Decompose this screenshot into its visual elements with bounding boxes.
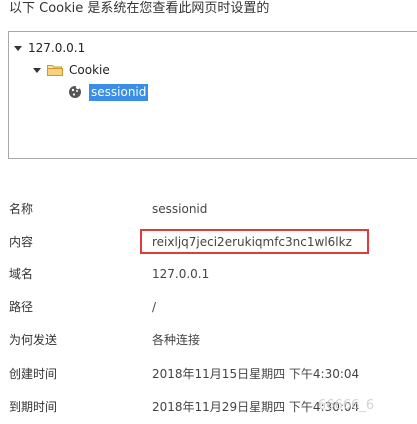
expand-triangle-icon[interactable]	[33, 67, 41, 73]
content-highlight-box	[140, 229, 369, 254]
detail-label-created: 创建时间	[9, 367, 58, 381]
detail-value-path: /	[152, 300, 157, 314]
watermark-text: 66666_6	[318, 398, 375, 413]
detail-label-path: 路径	[9, 300, 34, 314]
cookie-tree[interactable]: 127.0.0.1 Cookie sessionid	[8, 31, 417, 159]
detail-label-expires: 到期时间	[9, 400, 58, 414]
expand-triangle-icon[interactable]	[14, 45, 22, 51]
tree-item-root[interactable]: 127.0.0.1	[14, 39, 85, 57]
tree-root-label: 127.0.0.1	[28, 41, 86, 55]
detail-value-domain: 127.0.0.1	[152, 267, 210, 281]
cookie-icon	[69, 85, 81, 98]
tree-folder-label: Cookie	[69, 63, 110, 77]
detail-value-created: 2018年11月15日星期四 下午4:30:04	[152, 367, 360, 381]
tree-selected-label: sessionid	[89, 83, 149, 101]
tree-item-cookie-folder[interactable]: Cookie	[33, 61, 110, 79]
detail-value-send-for: 各种连接	[152, 333, 201, 347]
dialog-header-text: 以下 Cookie 是系统在您查看此网页时设置的	[9, 1, 270, 16]
folder-icon	[47, 65, 63, 76]
tree-item-sessionid[interactable]: sessionid	[68, 83, 149, 101]
detail-label-send-for: 为何发送	[9, 333, 58, 347]
detail-value-name: sessionid	[152, 202, 208, 216]
detail-label-domain: 域名	[9, 267, 34, 281]
detail-label-content: 内容	[9, 235, 34, 249]
detail-label-name: 名称	[9, 202, 34, 216]
